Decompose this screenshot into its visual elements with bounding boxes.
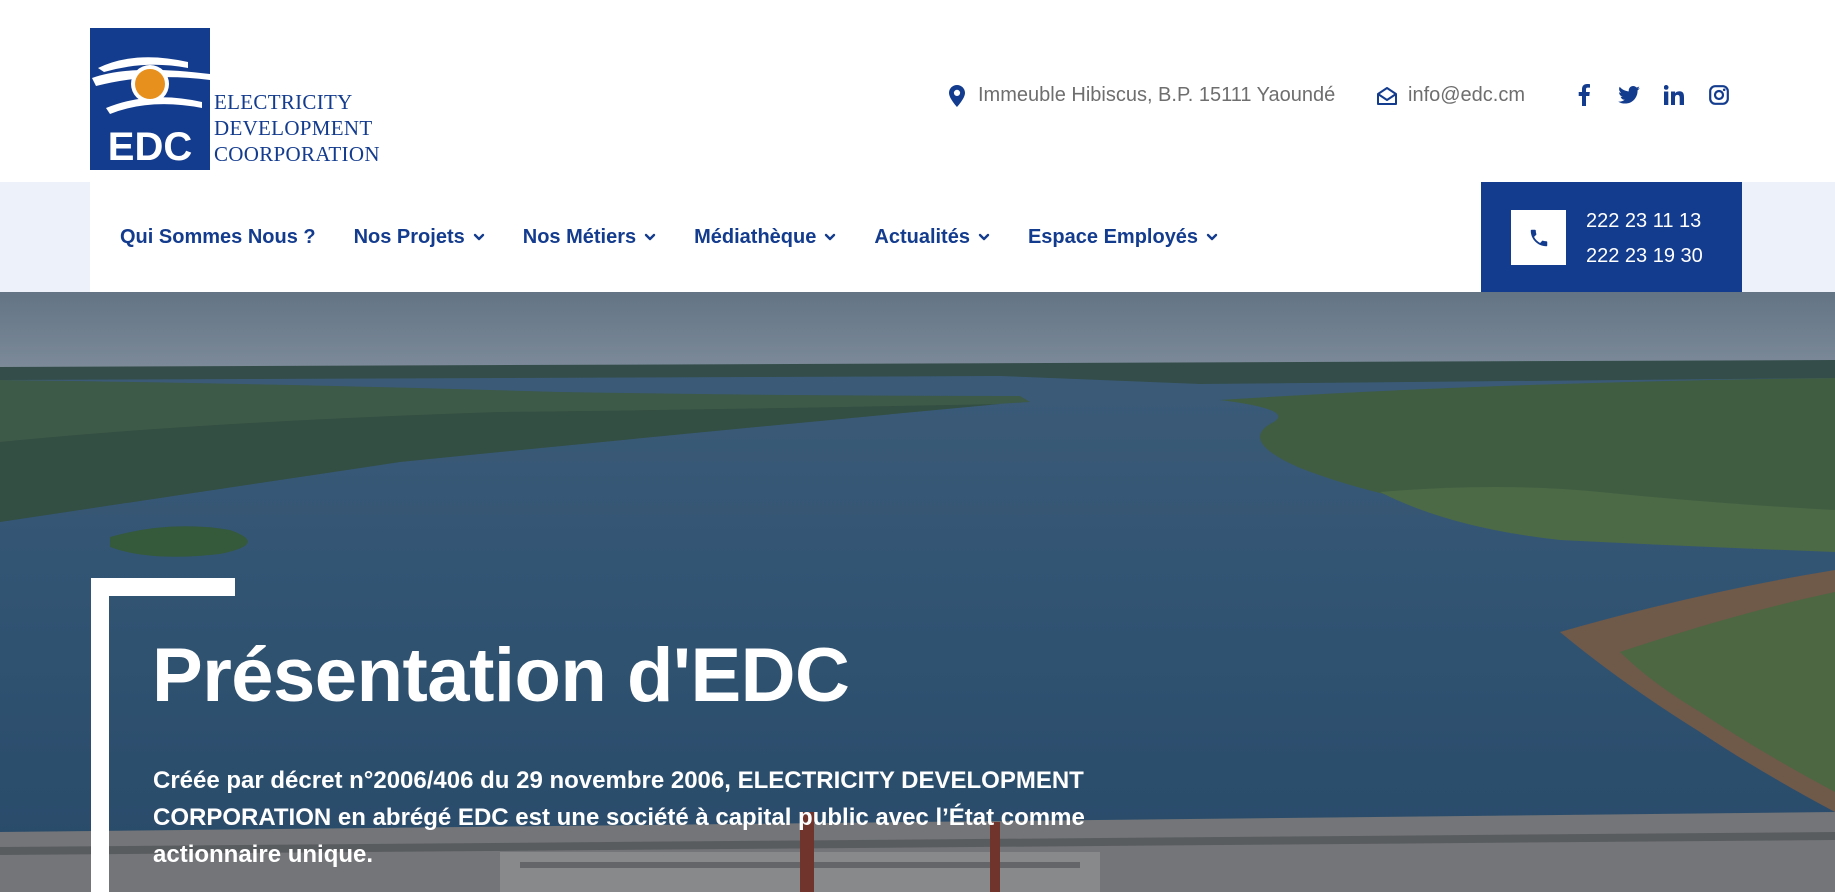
hero-description: Créée par décret n°2006/406 du 29 novemb… [153,767,1085,868]
linkedin-icon[interactable] [1663,84,1685,106]
nav-item-actualites[interactable]: Actualités [874,226,990,249]
social-links [1573,84,1730,106]
chevron-down-icon [473,231,485,243]
logo-wordmark: ELECTRICITY DEVELOPMENT COORPORATION [214,89,380,167]
nav-item-nos-metiers[interactable]: Nos Métiers [523,226,656,249]
phone-number-2[interactable]: 222 23 19 30 [1586,239,1703,274]
nav-item-label: Espace Employés [1027,225,1199,248]
hero-frame-horizontal [91,578,235,596]
nav-item-label: Nos Métiers [522,225,637,248]
nav-item-espace-employes[interactable]: Espace Employés [1028,226,1218,249]
hero-banner: Présentation d'EDC Créée par décret n°20… [0,292,1835,892]
nav-item-label: Médiathèque [694,225,817,248]
nav-item-label: Nos Projets [353,225,465,248]
logo-line-1: ELECTRICITY [214,90,353,114]
logo-line-3: COORPORATION [214,142,380,166]
edc-logo[interactable]: EDC ELECTRICITY DEVELOPMENT COORPORATION [90,28,402,170]
nav-item-label: Actualités [874,225,970,248]
email-link[interactable]: info@edc.cm [1408,84,1525,107]
chevron-down-icon [644,231,656,243]
chevron-down-icon [1206,231,1218,243]
nav-item-mediatheque[interactable]: Médiathèque [694,226,836,249]
phone-icon[interactable] [1511,210,1566,265]
twitter-icon[interactable] [1618,84,1640,106]
email-info: info@edc.cm [1376,84,1525,107]
map-pin-icon [946,84,968,107]
edc-logo-mark: EDC [90,28,210,170]
chevron-down-icon [978,231,990,243]
nav-item-label: Qui Sommes Nous ? [120,225,316,248]
address-text: Immeuble Hibiscus, B.P. 15111 Yaoundé [978,84,1336,106]
hero-frame-vertical [91,578,109,892]
facebook-icon[interactable] [1573,84,1595,106]
logo-mark-text: EDC [108,125,192,169]
page-title: Présentation d'EDC [152,633,850,718]
logo-line-2: DEVELOPMENT [214,116,373,140]
main-nav: Qui Sommes Nous ? Nos Projets Nos Métier… [120,182,1256,292]
address-info: Immeuble Hibiscus, B.P. 15111 Yaoundé [946,84,1335,107]
chevron-down-icon [824,231,836,243]
top-header: EDC ELECTRICITY DEVELOPMENT COORPORATION… [0,0,1835,182]
phone-contact-box: 222 23 11 13 222 23 19 30 [1481,182,1742,292]
instagram-icon[interactable] [1708,84,1730,106]
envelope-open-icon [1376,85,1398,107]
phone-numbers: 222 23 11 13 222 23 19 30 [1586,204,1703,274]
nav-item-nos-projets[interactable]: Nos Projets [354,226,485,249]
phone-number-1[interactable]: 222 23 11 13 [1586,204,1703,239]
nav-item-qui-sommes-nous[interactable]: Qui Sommes Nous ? [120,226,316,249]
